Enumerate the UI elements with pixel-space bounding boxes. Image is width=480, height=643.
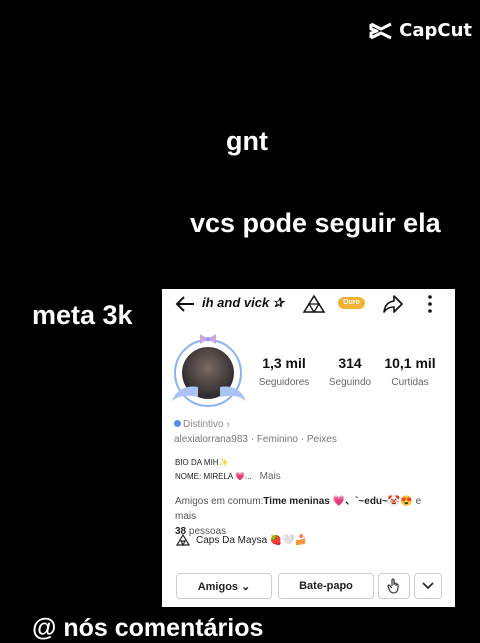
chevron-down-icon (422, 582, 434, 590)
bio-name-line: NOME: MIRELA 💗... Mais (175, 471, 281, 482)
bio-name: NOME: MIRELA 💗... (175, 472, 252, 481)
caption-line-1: gnt (226, 126, 268, 156)
back-arrow-icon[interactable] (174, 294, 196, 314)
stat-followers[interactable]: 1,3 mil Seguidores (258, 355, 310, 388)
linked-group[interactable]: Caps Da Maysa 🍓🤍🍰 (176, 534, 307, 546)
bio-title: BIO DA MIH✨ (175, 458, 229, 467)
expand-button[interactable] (414, 573, 442, 599)
share-icon[interactable] (382, 293, 404, 315)
stat-label: Curtidas (391, 377, 429, 388)
chat-button[interactable]: Bate-papo (278, 573, 374, 599)
profile-username: ih and vick ✰ (202, 295, 284, 310)
poke-button[interactable] (378, 573, 410, 599)
stat-value: 1,3 mil (262, 355, 306, 371)
distintivo-label: Distintivo › (183, 419, 230, 430)
wing-left-decoration-icon (172, 386, 198, 401)
mutual-friends[interactable]: Amigos em comum:Time meninas 💗、`~edu~🤡😍 … (175, 494, 443, 539)
stat-likes[interactable]: 10,1 mil Curtidas (380, 355, 440, 388)
group-tent-icon (176, 534, 190, 546)
mutual-friends-prefix: Amigos em comum: (175, 496, 264, 507)
stat-label: Seguidores (258, 377, 310, 388)
stat-following[interactable]: 314 Seguindo (328, 355, 372, 388)
distintivo-link[interactable]: Distintivo › (174, 419, 230, 430)
linked-group-name: Caps Da Maysa 🍓🤍🍰 (196, 534, 308, 546)
stat-label: Seguindo (328, 377, 372, 388)
capcut-brand-text: CapCut (399, 20, 472, 41)
distintivo-badge-icon (174, 420, 181, 427)
capcut-watermark: CapCut (369, 20, 472, 41)
bow-decoration-icon (200, 334, 216, 344)
profile-screenshot: ih and vick ✰ Ouro 1,3 mil Seguidores 31… (162, 289, 455, 607)
capcut-logo-icon (369, 22, 392, 39)
profile-meta-line: alexialorrana983 · Feminino · Peixes (174, 434, 337, 445)
more-options-icon[interactable] (426, 294, 434, 314)
friends-button[interactable]: Amigos ⌄ (176, 573, 272, 599)
bio-more-link[interactable]: Mais (260, 471, 281, 482)
wing-right-decoration-icon (220, 386, 246, 401)
hand-pointer-icon (387, 578, 399, 594)
stat-value: 314 (338, 355, 362, 371)
mutual-friends-names: Time meninas 💗、`~edu~🤡😍 (263, 496, 413, 507)
caption-line-2: vcs pode seguir ela (190, 208, 441, 238)
caption-line-3: meta 3k (32, 300, 133, 330)
triangle-symbol-icon (302, 294, 326, 314)
stat-value: 10,1 mil (384, 355, 436, 371)
profile-top-bar: ih and vick ✰ Ouro (162, 289, 455, 319)
caption-line-4: @ nós comentários (32, 614, 264, 642)
gold-badge[interactable]: Ouro (338, 297, 365, 309)
